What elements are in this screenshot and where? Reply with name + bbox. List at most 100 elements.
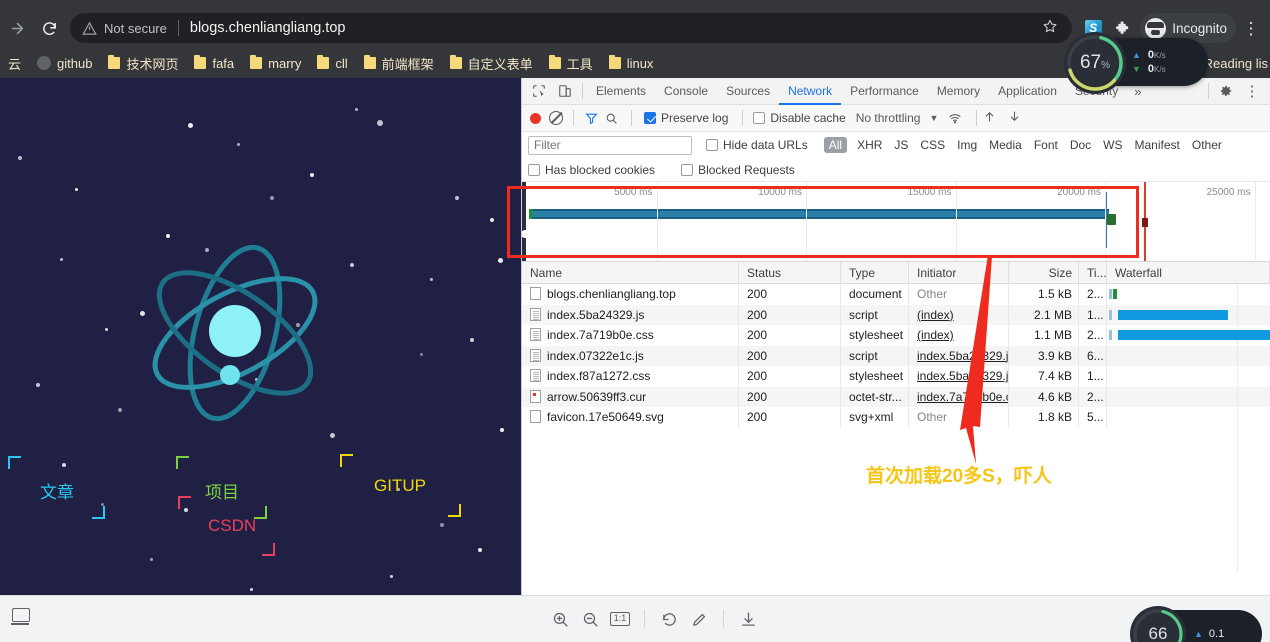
cell-initiator[interactable]: index.5ba24329.j... bbox=[909, 366, 1009, 387]
column-header-ti[interactable]: Ti... bbox=[1079, 262, 1107, 284]
download-speed-row: ▼ 0K/s bbox=[1132, 63, 1166, 75]
overview-range-handle-left[interactable] bbox=[522, 230, 529, 238]
tab-performance[interactable]: Performance bbox=[841, 78, 928, 105]
column-header-waterfall[interactable]: Waterfall bbox=[1107, 262, 1270, 284]
web-page-viewport[interactable]: 文章项目CSDNGITUP 望星空，你我皆是繁星点点。 —— Twinkle bbox=[0, 78, 521, 595]
page-nav-item-2[interactable]: CSDN bbox=[208, 516, 256, 536]
table-row[interactable]: index.7a719b0e.css 200 stylesheet (index) 1.… bbox=[522, 325, 1270, 346]
bookmark-item-自定义表单[interactable]: 自定义表单 bbox=[442, 51, 541, 75]
pencil-icon[interactable] bbox=[684, 604, 714, 634]
zoom-ratio-button[interactable]: 1:1 bbox=[605, 604, 635, 634]
bookmark-item-工具[interactable]: 工具 bbox=[541, 51, 601, 75]
request-table-body[interactable]: blogs.chenliangliang.top 200 document Other… bbox=[522, 284, 1270, 572]
cell-initiator: Other bbox=[909, 407, 1009, 428]
filter-type-xhr[interactable]: XHR bbox=[851, 138, 888, 152]
table-row[interactable]: blogs.chenliangliang.top 200 document Other… bbox=[522, 284, 1270, 305]
gear-icon[interactable] bbox=[1213, 78, 1239, 104]
security-label: Not secure bbox=[104, 21, 167, 36]
tab-network[interactable]: Network bbox=[779, 78, 841, 105]
page-nav-item-0[interactable]: 文章 bbox=[40, 478, 74, 503]
bookmark-label: cll bbox=[335, 56, 347, 71]
bookmark-item-linux[interactable]: linux bbox=[601, 51, 662, 75]
page-nav-item-1[interactable]: 项目 bbox=[205, 478, 239, 503]
bookmark-item-cll[interactable]: cll bbox=[309, 51, 355, 75]
upload-arrow-icon: ▲ bbox=[1132, 50, 1141, 60]
cell-initiator[interactable]: (index) bbox=[909, 305, 1009, 326]
table-row[interactable]: arrow.50639ff3.cur 200 octet-str... index.7… bbox=[522, 387, 1270, 408]
cell-waterfall bbox=[1107, 325, 1270, 346]
network-conditions-icon[interactable] bbox=[948, 111, 962, 125]
column-header-initiator[interactable]: Initiator bbox=[909, 262, 1009, 284]
filter-type-manifest[interactable]: Manifest bbox=[1129, 138, 1186, 152]
filter-type-font[interactable]: Font bbox=[1028, 138, 1064, 152]
filter-type-ws[interactable]: WS bbox=[1097, 138, 1128, 152]
preserve-log-checkbox[interactable]: Preserve log bbox=[644, 111, 728, 125]
tab-sources[interactable]: Sources bbox=[717, 78, 779, 105]
bookmark-item-fafa[interactable]: fafa bbox=[186, 51, 242, 75]
zoom-out-icon[interactable] bbox=[575, 604, 605, 634]
disable-cache-checkbox[interactable]: Disable cache bbox=[753, 111, 845, 125]
bookmark-item-前端框架[interactable]: 前端框架 bbox=[356, 51, 442, 75]
download-icon[interactable] bbox=[733, 604, 763, 634]
tab-console[interactable]: Console bbox=[655, 78, 717, 105]
table-row[interactable]: index.5ba24329.js 200 script (index) 2.1 MB 1… bbox=[522, 305, 1270, 326]
bookmark-item-云[interactable]: 云 bbox=[0, 51, 29, 75]
filter-type-other[interactable]: Other bbox=[1186, 138, 1228, 152]
device-toolbar-icon[interactable] bbox=[552, 78, 578, 104]
zoom-in-icon[interactable] bbox=[545, 604, 575, 634]
column-header-status[interactable]: Status bbox=[739, 262, 841, 284]
three-dot-menu-icon[interactable]: ⋮ bbox=[1236, 13, 1266, 43]
netspeed-widget[interactable]: 67% ▲ 0K/s ▼ 0K/s bbox=[1090, 38, 1208, 86]
device-icon bbox=[12, 608, 30, 622]
network-overview-timeline[interactable]: 5000 ms 10000 ms 15000 ms 20000 ms 25000 ms bbox=[522, 182, 1270, 262]
column-header-name[interactable]: Name bbox=[522, 262, 739, 284]
corner-netspeed-widget[interactable]: 66 ▲ 0.1 bbox=[1150, 610, 1262, 642]
folder-icon bbox=[364, 57, 376, 69]
search-icon[interactable] bbox=[605, 112, 618, 125]
reload-icon[interactable] bbox=[654, 604, 684, 634]
filter-type-media[interactable]: Media bbox=[983, 138, 1028, 152]
tab-elements[interactable]: Elements bbox=[587, 78, 655, 105]
three-dot-menu-icon[interactable]: ⋮ bbox=[1239, 78, 1265, 104]
tab-application[interactable]: Application bbox=[989, 78, 1066, 105]
clear-icon[interactable] bbox=[549, 111, 563, 125]
cell-initiator[interactable]: index.7a719b0e.c... bbox=[909, 387, 1009, 408]
cell-initiator[interactable]: index.5ba24329.j... bbox=[909, 346, 1009, 367]
bookmark-item-github[interactable]: github bbox=[29, 51, 100, 75]
filter-type-img[interactable]: Img bbox=[951, 138, 983, 152]
bookmark-item-技术网页[interactable]: 技术网页 bbox=[100, 51, 186, 75]
inspect-element-icon[interactable] bbox=[526, 78, 552, 104]
table-row[interactable]: favicon.17e50649.svg 200 svg+xml Other 1.8 k… bbox=[522, 407, 1270, 428]
filter-type-doc[interactable]: Doc bbox=[1064, 138, 1097, 152]
export-har-icon[interactable] bbox=[1008, 110, 1021, 126]
filter-type-all[interactable]: All bbox=[824, 137, 847, 153]
throttling-select[interactable]: No throttling bbox=[856, 111, 921, 125]
forward-arrow-icon[interactable] bbox=[2, 13, 32, 43]
record-button[interactable] bbox=[530, 113, 541, 124]
column-header-size[interactable]: Size bbox=[1009, 262, 1079, 284]
import-har-icon[interactable] bbox=[983, 110, 996, 126]
filter-input[interactable] bbox=[528, 136, 692, 155]
page-nav-item-3[interactable]: GITUP bbox=[374, 476, 426, 496]
tab-memory[interactable]: Memory bbox=[928, 78, 989, 105]
bookmark-item-marry[interactable]: marry bbox=[242, 51, 309, 75]
star-icon[interactable] bbox=[1042, 18, 1058, 39]
filter-type-css[interactable]: CSS bbox=[914, 138, 951, 152]
cell-size: 2.1 MB bbox=[1009, 305, 1079, 326]
table-row[interactable]: index.f87a1272.css 200 stylesheet index.5ba… bbox=[522, 366, 1270, 387]
filter-funnel-icon[interactable] bbox=[585, 112, 598, 125]
checkbox-box bbox=[706, 139, 718, 151]
address-bar[interactable]: Not secure blogs.chenliangliang.top bbox=[70, 13, 1072, 43]
cell-initiator[interactable]: (index) bbox=[909, 325, 1009, 346]
table-row[interactable]: index.07322e1c.js 200 script index.5ba24329… bbox=[522, 346, 1270, 367]
chevron-down-icon[interactable]: ▼ bbox=[929, 113, 938, 123]
folder-icon bbox=[317, 57, 329, 69]
blocked-requests-checkbox[interactable]: Blocked Requests bbox=[681, 163, 795, 177]
overview-tick-label: 5000 ms bbox=[614, 187, 652, 198]
hide-data-urls-checkbox[interactable]: Hide data URLs bbox=[706, 138, 808, 152]
filter-type-js[interactable]: JS bbox=[888, 138, 914, 152]
column-header-type[interactable]: Type bbox=[841, 262, 909, 284]
reload-icon[interactable] bbox=[34, 13, 64, 43]
omnibox-divider bbox=[178, 20, 179, 36]
has-blocked-cookies-checkbox[interactable]: Has blocked cookies bbox=[528, 163, 655, 177]
